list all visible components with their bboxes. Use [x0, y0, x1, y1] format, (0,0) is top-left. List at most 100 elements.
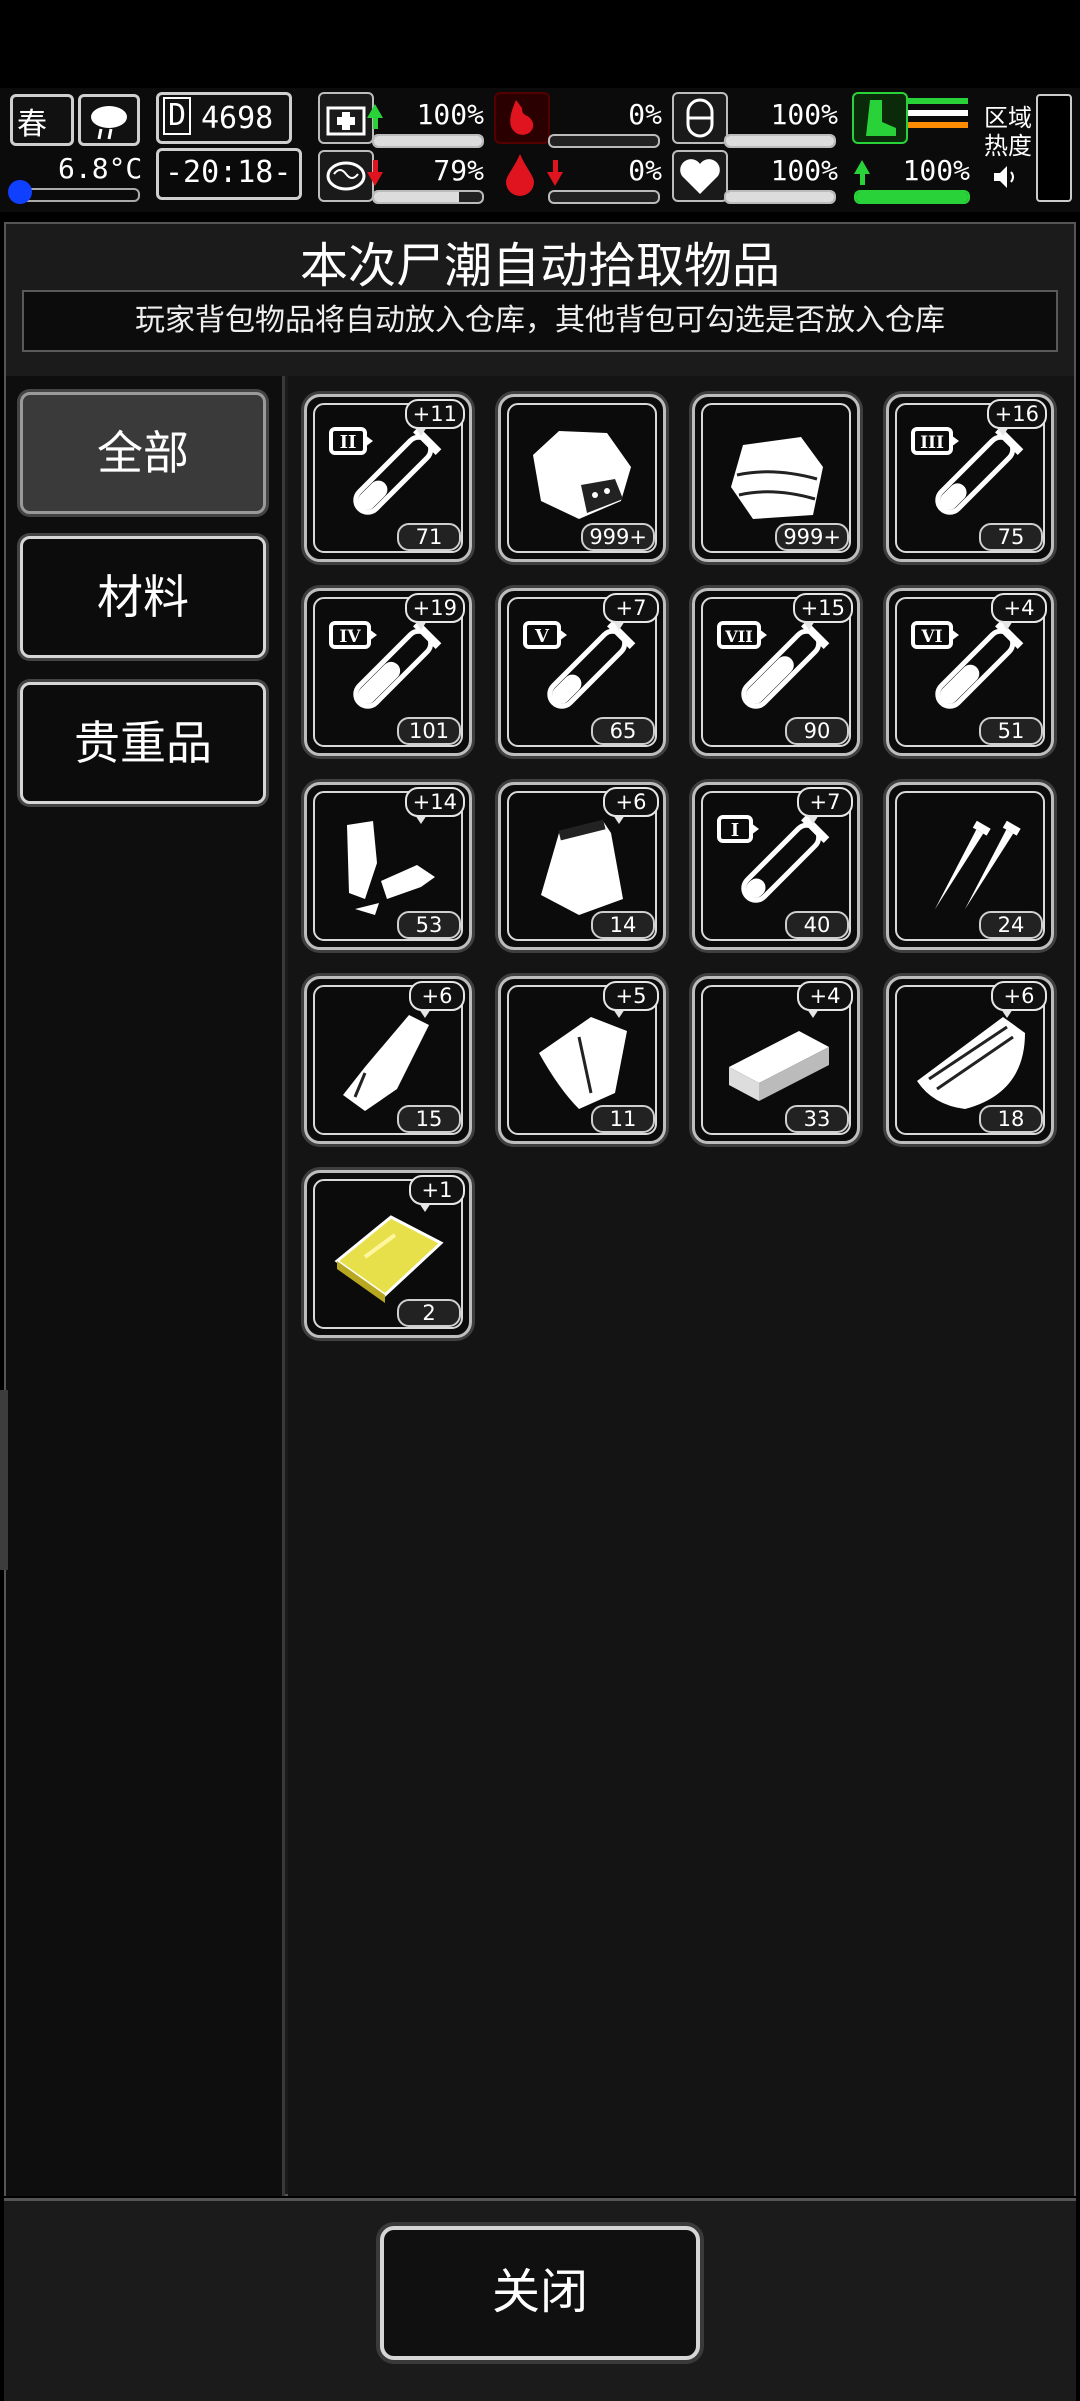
hunger-bar	[548, 134, 660, 148]
item-count: 15	[397, 1105, 461, 1133]
item-count: 999+	[775, 523, 849, 551]
item-slot[interactable]: VI +4 51	[886, 588, 1054, 756]
item-count: 999+	[581, 523, 655, 551]
page-title: 本次尸潮自动拾取物品	[299, 238, 780, 294]
item-slot[interactable]: +6 15	[304, 976, 472, 1144]
clock-time: -20:18-	[165, 155, 292, 190]
season-label: 春	[17, 107, 47, 142]
panel-subtitle: 玩家背包物品将自动放入仓库，其他背包可勾选是否放入仓库	[22, 290, 1058, 352]
bonus-badge: +15	[792, 593, 853, 630]
temperature-dot	[8, 180, 32, 204]
bonus-badge: +14	[404, 787, 465, 824]
bonus-badge: +6	[603, 787, 659, 824]
speed-value: 100%	[902, 154, 970, 187]
item-slot[interactable]: 999+	[498, 394, 666, 562]
svg-text:III: III	[920, 433, 944, 453]
season-box: 春	[10, 94, 74, 146]
boot-icon	[852, 92, 908, 144]
category-tab-all[interactable]: 全部	[20, 392, 266, 514]
stamina-value: 100%	[770, 98, 838, 131]
bonus-badge: +11	[404, 399, 465, 436]
day-counter: 4698	[201, 101, 274, 136]
bonus-badge: +4	[797, 981, 853, 1018]
svg-text:II: II	[340, 432, 357, 453]
health-bar	[372, 134, 484, 148]
item-slot[interactable]: 999+	[692, 394, 860, 562]
bonus-badge: +4	[991, 593, 1047, 630]
day-prefix: D	[163, 97, 192, 135]
sanity-bar	[372, 190, 484, 204]
bonus-badge: +7	[603, 593, 659, 630]
sound-icon[interactable]	[990, 162, 1020, 192]
mood-value: 100%	[770, 154, 838, 187]
speed-stripes	[908, 96, 968, 138]
bonus-badge: +1	[409, 1175, 465, 1212]
item-count: 33	[785, 1105, 849, 1133]
zone-heat-label: 区域 热度	[984, 104, 1032, 160]
bonus-badge: +16	[986, 399, 1047, 436]
close-button[interactable]: 关闭	[380, 2226, 700, 2360]
item-count: 18	[979, 1105, 1043, 1133]
clock-box: -20:18-	[156, 148, 302, 200]
item-grid: II +11 71 999+ 999+ III +16 75 IV +19 10…	[288, 376, 1074, 2196]
item-count: 90	[785, 717, 849, 745]
bonus-badge: +5	[603, 981, 659, 1018]
category-tab-valuables[interactable]: 贵重品	[20, 682, 266, 804]
category-sidebar: 全部 材料 贵重品	[6, 376, 285, 2196]
mood-bar	[724, 190, 836, 204]
day-box: D 4698	[156, 92, 292, 144]
item-slot[interactable]: VII +15 90	[692, 588, 860, 756]
bleeding-value: 0%	[628, 154, 662, 187]
svg-text:V: V	[534, 626, 550, 647]
item-slot[interactable]: II +11 71	[304, 394, 472, 562]
brain-icon	[318, 150, 374, 202]
item-slot[interactable]: V +7 65	[498, 588, 666, 756]
temperature-value: 6.8°C	[58, 152, 143, 185]
item-slot[interactable]: +6 18	[886, 976, 1054, 1144]
svg-text:VI: VI	[920, 627, 942, 647]
item-slot[interactable]: +1 2	[304, 1170, 472, 1338]
item-count: 75	[979, 523, 1043, 551]
item-count: 101	[397, 717, 461, 745]
medkit-icon	[318, 92, 374, 144]
item-count: 11	[591, 1105, 655, 1133]
weather-icon	[78, 94, 140, 146]
item-count: 71	[397, 523, 461, 551]
item-count: 24	[979, 911, 1043, 939]
scrollbar[interactable]	[0, 1390, 8, 1570]
stamina-bar	[724, 134, 836, 148]
heart-icon	[672, 150, 728, 202]
svg-text:IV: IV	[339, 627, 361, 647]
item-slot[interactable]: III +16 75	[886, 394, 1054, 562]
item-count: 65	[591, 717, 655, 745]
category-tab-materials[interactable]: 材料	[20, 536, 266, 658]
health-value: 100%	[416, 98, 484, 131]
hunger-value: 0%	[628, 98, 662, 131]
item-count: 2	[397, 1299, 461, 1327]
svg-text:I: I	[731, 820, 739, 841]
item-count: 40	[785, 911, 849, 939]
item-count: 14	[591, 911, 655, 939]
bonus-badge: +6	[409, 981, 465, 1018]
item-count: 51	[979, 717, 1043, 745]
status-hud: 春 6.8°C D 4698 -20:18- 100% 0% 100% 79% …	[0, 88, 1080, 212]
stomach-icon	[494, 92, 550, 144]
sanity-value: 79%	[433, 154, 484, 187]
item-slot[interactable]: +6 14	[498, 782, 666, 950]
temperature-gauge	[14, 188, 140, 202]
bonus-badge: +7	[797, 787, 853, 824]
item-slot[interactable]: +14 53	[304, 782, 472, 950]
item-slot[interactable]: I +7 40	[692, 782, 860, 950]
item-slot[interactable]: +4 33	[692, 976, 860, 1144]
item-slot[interactable]: 24	[886, 782, 1054, 950]
speed-bar	[854, 190, 970, 204]
item-count: 53	[397, 911, 461, 939]
zone-heat-meter	[1036, 94, 1072, 202]
bonus-badge: +6	[991, 981, 1047, 1018]
svg-text:VII: VII	[724, 627, 752, 646]
blood-drop-icon	[494, 150, 546, 198]
bleeding-bar	[548, 190, 660, 204]
item-slot[interactable]: +5 11	[498, 976, 666, 1144]
item-slot[interactable]: IV +19 101	[304, 588, 472, 756]
pill-icon	[672, 92, 728, 144]
